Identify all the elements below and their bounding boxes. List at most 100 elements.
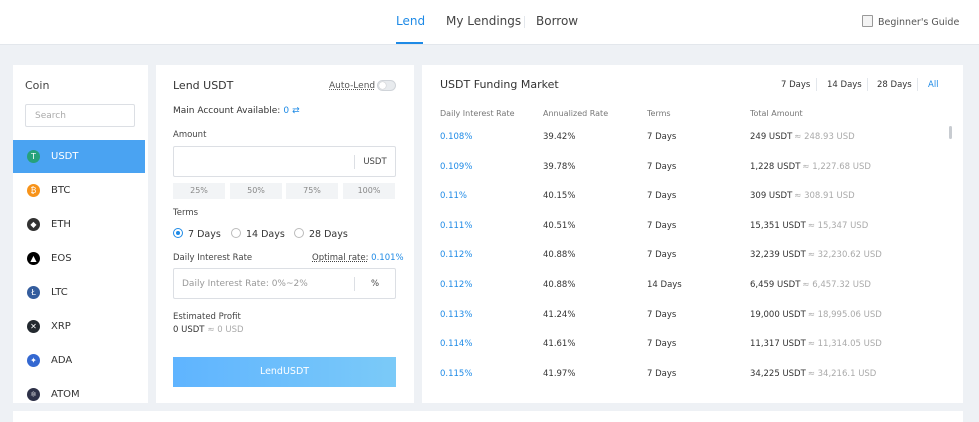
term-28-days-radio[interactable]: 28 Days — [294, 228, 348, 240]
market-amount-usd: ≈ 15,347 USD — [807, 220, 869, 231]
period-all[interactable]: All — [928, 80, 939, 90]
market-amount-usdt: 11,317 USDT — [750, 339, 806, 350]
term-option-label: 28 Days — [309, 229, 348, 240]
market-annualized-rate: 41.97% — [543, 368, 576, 379]
market-scrollbar[interactable] — [949, 126, 952, 139]
market-annualized-rate: 41.24% — [543, 309, 576, 320]
market-total-amount: 15,351 USDT ≈ 15,347 USD — [750, 221, 868, 231]
coin-item-btc[interactable]: ₿ BTC — [13, 174, 145, 207]
period-14-days[interactable]: 14 Days — [827, 80, 862, 90]
column-header-annualized-rate: Annualized Rate — [543, 109, 609, 118]
market-total-amount: 34,225 USDT ≈ 34,216.1 USD — [750, 369, 876, 379]
market-terms: 7 Days — [647, 339, 677, 350]
estimated-profit-label: Estimated Profit — [173, 312, 241, 322]
active-tab-indicator — [396, 42, 423, 44]
lend-form-panel: Lend USDT Auto-Lend Main Account Availab… — [156, 65, 414, 403]
market-daily-rate: 0.111% — [440, 220, 473, 231]
transfer-icon[interactable]: ⇄ — [292, 106, 300, 116]
market-annualized-rate: 39.78% — [543, 161, 576, 172]
amount-unit: USDT — [354, 155, 395, 169]
market-amount-usd: ≈ 6,457.32 USD — [802, 280, 871, 290]
coin-label: EOS — [51, 253, 72, 264]
market-total-amount: 1,228 USDT ≈ 1,227.68 USD — [750, 162, 871, 172]
amount-input[interactable]: USDT — [173, 146, 396, 177]
period-divider — [917, 78, 918, 91]
beginners-guide-link[interactable]: Beginner's Guide — [862, 15, 959, 28]
market-annualized-rate: 40.51% — [543, 220, 576, 231]
tab-lend[interactable]: Lend — [396, 14, 425, 28]
daily-rate-input[interactable]: Daily Interest Rate: 0%~2% % — [173, 268, 396, 299]
coin-label: XRP — [51, 321, 71, 332]
market-total-amount: 11,317 USDT ≈ 11,314.05 USD — [750, 339, 882, 349]
main-account-available: Main Account Available: 0 ⇄ — [173, 106, 300, 116]
market-daily-rate: 0.108% — [440, 132, 473, 142]
period-28-days[interactable]: 28 Days — [877, 80, 912, 90]
term-14-days-radio[interactable]: 14 Days — [231, 228, 285, 240]
estimated-profit-value: 0 USDT — [173, 325, 205, 335]
market-daily-rate: 0.114% — [440, 339, 473, 350]
percent-25-button[interactable]: 25% — [173, 183, 225, 199]
market-terms: 7 Days — [647, 191, 677, 202]
market-daily-rate: 0.109% — [440, 161, 473, 172]
radio-selected-icon — [173, 228, 183, 238]
coin-search-input[interactable]: Search — [25, 104, 135, 127]
market-amount-usd: ≈ 1,227.68 USD — [802, 161, 871, 172]
xrp-icon: ✕ — [27, 320, 40, 333]
market-total-amount: 249 USDT ≈ 248.93 USD — [750, 132, 855, 142]
percent-50-button[interactable]: 50% — [230, 183, 282, 199]
tab-borrow[interactable]: Borrow — [536, 14, 578, 28]
coin-item-eos[interactable]: ▲ EOS — [13, 242, 145, 275]
coin-label: ATOM — [51, 389, 80, 400]
term-option-label: 14 Days — [246, 229, 285, 240]
coin-label: ADA — [51, 355, 73, 366]
market-amount-usdt: 34,225 USDT — [750, 368, 806, 379]
market-total-amount: 19,000 USDT ≈ 18,995.06 USD — [750, 310, 882, 320]
eos-icon: ▲ — [27, 252, 40, 265]
market-amount-usd: ≈ 32,230.62 USD — [807, 250, 882, 261]
market-amount-usdt: 19,000 USDT — [750, 309, 806, 320]
coin-list-title: Coin — [25, 79, 50, 92]
percent-75-button[interactable]: 75% — [286, 183, 338, 199]
document-icon — [862, 15, 873, 27]
market-amount-usd: ≈ 34,216.1 USD — [807, 368, 877, 379]
market-daily-rate: 0.115% — [440, 368, 473, 379]
lend-form-title: Lend USDT — [173, 79, 234, 92]
auto-lend-label[interactable]: Auto-Lend — [329, 81, 375, 91]
usdt-icon: T — [27, 150, 40, 163]
bottom-panel — [13, 411, 963, 422]
ada-icon: ✦ — [27, 354, 40, 367]
market-annualized-rate: 40.88% — [543, 280, 576, 290]
market-daily-rate: 0.113% — [440, 309, 473, 320]
atom-icon: ⚛ — [27, 388, 40, 401]
coin-item-atom[interactable]: ⚛ ATOM — [13, 378, 145, 411]
market-total-amount: 6,459 USDT ≈ 6,457.32 USD — [750, 280, 871, 290]
coin-list-panel: Coin Search T USDT ₿ BTC ◆ ETH ▲ EOS Ł LTC ✕ XRP ✦ AD… — [13, 65, 148, 403]
lend-button[interactable]: LendUSDT — [173, 357, 396, 387]
auto-lend-toggle[interactable] — [377, 80, 396, 91]
main-account-label: Main Account Available: — [173, 106, 281, 116]
market-terms: 7 Days — [647, 132, 677, 142]
coin-item-eth[interactable]: ◆ ETH — [13, 208, 145, 241]
coin-label: ETH — [51, 219, 71, 230]
amount-label: Amount — [173, 130, 207, 140]
period-divider — [816, 78, 817, 91]
coin-item-ltc[interactable]: Ł LTC — [13, 276, 145, 309]
column-header-terms: Terms — [647, 109, 671, 118]
beginners-guide-label: Beginner's Guide — [878, 17, 960, 28]
percent-100-button[interactable]: 100% — [343, 183, 395, 199]
market-amount-usd: ≈ 248.93 USD — [794, 132, 855, 142]
period-7-days[interactable]: 7 Days — [781, 80, 810, 90]
rate-unit: % — [354, 277, 395, 291]
tab-divider — [524, 16, 525, 28]
optimal-rate-value[interactable]: 0.101% — [371, 253, 403, 263]
market-amount-usdt: 309 USDT — [750, 191, 793, 202]
btc-icon: ₿ — [27, 184, 40, 197]
market-amount-usdt: 15,351 USDT — [750, 220, 806, 231]
term-7-days-radio[interactable]: 7 Days — [173, 228, 221, 240]
coin-label: BTC — [51, 185, 71, 196]
daily-rate-placeholder: Daily Interest Rate: 0%~2% — [182, 279, 308, 289]
coin-item-usdt[interactable]: T USDT — [13, 140, 145, 173]
coin-item-xrp[interactable]: ✕ XRP — [13, 310, 145, 343]
coin-item-ada[interactable]: ✦ ADA — [13, 344, 145, 377]
tab-my-lendings[interactable]: My Lendings — [446, 14, 521, 28]
